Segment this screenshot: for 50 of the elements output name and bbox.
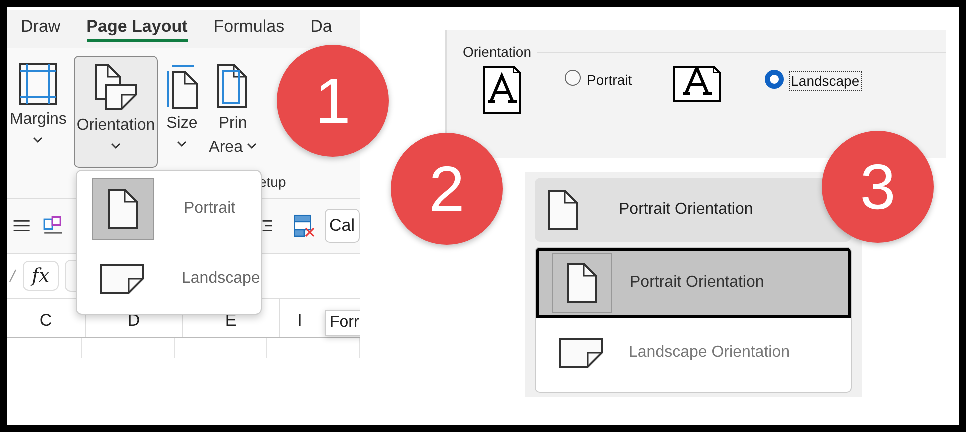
- portrait-a-icon: [483, 66, 521, 114]
- ribbon-button[interactable]: Margins: [7, 56, 70, 168]
- font-field[interactable]: Cal: [324, 209, 360, 243]
- menu-item-label: Portrait: [184, 200, 236, 218]
- portrait-page-icon: [566, 262, 598, 304]
- radio-label[interactable]: Portrait: [586, 71, 634, 89]
- landscape-page-icon: [558, 337, 604, 369]
- dropdown-item[interactable]: Landscape Orientation: [536, 318, 851, 388]
- menu-item[interactable]: Portrait: [92, 178, 261, 240]
- ribbon-tab[interactable]: Page Layout: [86, 16, 188, 42]
- dropdown-item-label: Landscape Orientation: [629, 344, 790, 362]
- orientation-combo[interactable]: Portrait Orientation: [535, 178, 852, 242]
- tooltip: Forr: [325, 310, 360, 336]
- insert-function-button[interactable]: fx: [23, 261, 59, 291]
- button-label: Orientation: [76, 117, 156, 135]
- chevron-icon: [33, 137, 44, 144]
- button-label: Margins: [10, 111, 67, 129]
- step-number-badge: 2: [391, 133, 503, 245]
- landscape-a-icon: [673, 66, 722, 102]
- ribbon-tab[interactable]: Formulas: [214, 16, 285, 42]
- margins-icon: [19, 63, 58, 105]
- align-icon: [13, 218, 31, 234]
- button-label: Prin: [218, 115, 248, 133]
- size-icon: [165, 63, 200, 109]
- ribbon-button[interactable]: Prin Area: [206, 56, 260, 168]
- delete-rows-icon: [294, 212, 314, 240]
- chevron-icon: [111, 143, 122, 150]
- button-label: Area: [209, 139, 243, 157]
- menu-item-label: Landscape: [182, 270, 260, 288]
- ribbon-tab[interactable]: Da: [310, 16, 332, 42]
- group-title: Orientation: [463, 44, 532, 60]
- column-header: I: [296, 310, 304, 332]
- portrait-page-icon: [547, 189, 579, 231]
- ribbon-tab[interactable]: Draw: [21, 16, 61, 42]
- slash-icon: [9, 269, 17, 283]
- chevron-icon: [246, 142, 257, 150]
- radio-button[interactable]: [565, 70, 581, 86]
- ribbon-button[interactable]: Size: [162, 56, 202, 168]
- align-icon: [262, 218, 274, 234]
- orientation-icon: [94, 63, 138, 111]
- dropdown-item[interactable]: Portrait Orientation: [536, 248, 851, 318]
- radio-label[interactable]: Landscape: [789, 71, 862, 91]
- button-label: Size: [166, 115, 198, 133]
- combo-value: Portrait Orientation: [619, 201, 754, 219]
- ribbon-button[interactable]: Orientation: [74, 56, 158, 168]
- chevron-icon: [177, 141, 188, 148]
- dropdown-item-label: Portrait Orientation: [630, 274, 764, 292]
- portrait-page-icon: [107, 188, 139, 230]
- radio-button[interactable]: [765, 70, 784, 89]
- landscape-page-icon: [99, 263, 145, 295]
